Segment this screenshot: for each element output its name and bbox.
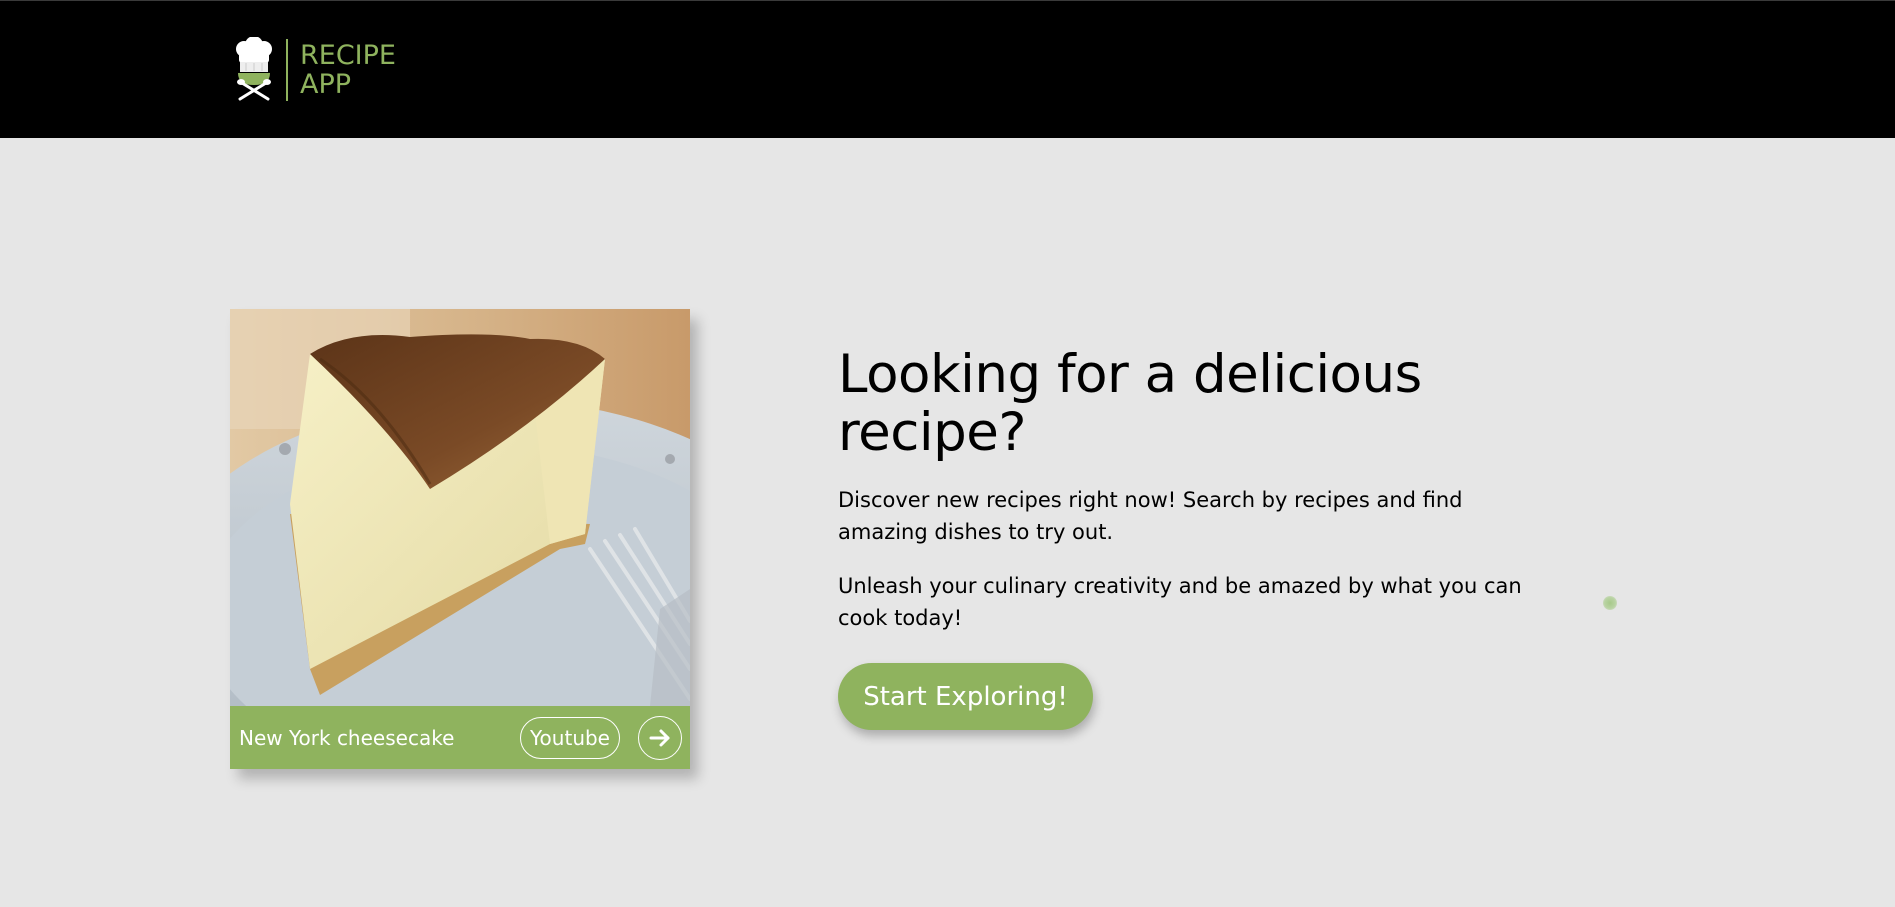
hero-paragraph-1: Discover new recipes right now! Search b… (838, 488, 1463, 544)
start-exploring-button[interactable]: Start Exploring! (838, 663, 1093, 730)
arrow-right-icon (649, 729, 670, 746)
logo-text: RECIPE APP (300, 41, 396, 99)
recipe-title: New York cheesecake (239, 725, 455, 750)
hero-paragraph-2: Unleash your culinary creativity and be … (838, 574, 1522, 630)
hero-section: Looking for a delicious recipe? Discover… (838, 346, 1558, 634)
app-logo[interactable]: RECIPE APP (232, 37, 396, 103)
chef-hat-icon (236, 37, 272, 101)
youtube-button[interactable]: Youtube (520, 716, 620, 759)
logo-text-line2: APP (300, 69, 352, 100)
logo-divider (286, 39, 288, 101)
recipe-card[interactable]: New York cheesecake Youtube (230, 309, 690, 769)
top-navbar: RECIPE APP (0, 0, 1895, 138)
logo-text-line1: RECIPE (300, 40, 396, 71)
cheesecake-photo (230, 309, 690, 706)
hero-title: Looking for a delicious recipe? (838, 344, 1422, 463)
card-footer: New York cheesecake Youtube (230, 706, 690, 769)
decorative-dot (1603, 596, 1617, 610)
open-recipe-button[interactable] (638, 715, 682, 760)
